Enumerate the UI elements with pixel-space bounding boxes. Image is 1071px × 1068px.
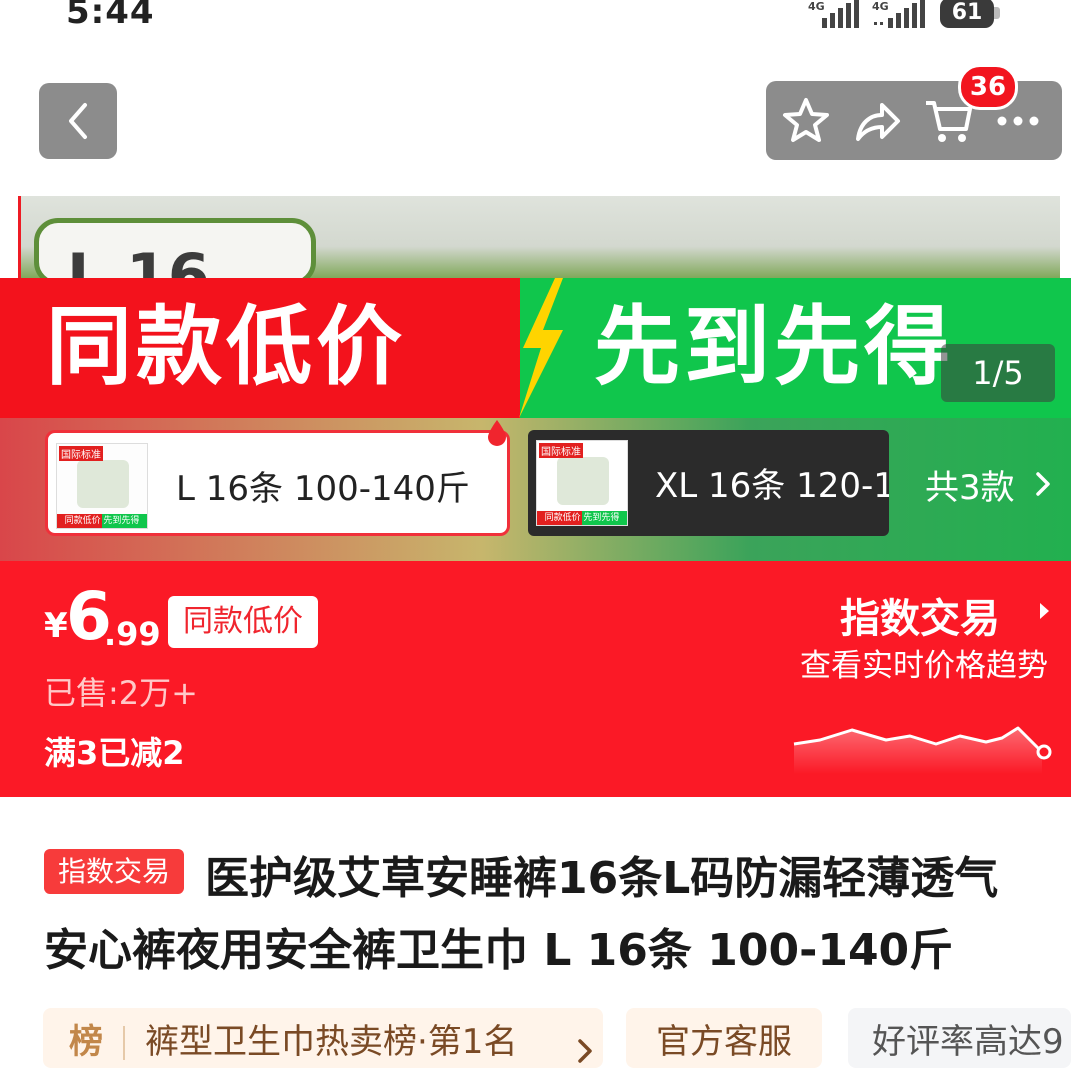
index-trade-tag: 指数交易 <box>44 849 184 894</box>
rank-icon: 榜 <box>69 1022 103 1062</box>
status-time: 5:44 <box>66 0 155 32</box>
product-title-line1: 医护级艾草安睡裤16条L码防漏轻薄透气 <box>205 853 999 904</box>
lightning-icon <box>519 278 563 418</box>
back-button[interactable] <box>39 83 117 159</box>
sku-total-button[interactable]: 共3款 <box>925 460 1015 509</box>
svg-text:4G: 4G <box>808 0 825 13</box>
promo-text: 满3已减2 <box>44 734 185 772</box>
battery-icon: 61 <box>940 0 1000 28</box>
star-icon[interactable] <box>780 95 832 147</box>
rank-text: 裤型卫生巾热卖榜·第1名 <box>145 1022 518 1062</box>
battery-level: 61 <box>951 0 983 25</box>
product-title-line2: 安心裤夜用安全裤卫生巾 L 16条 100-140斤 <box>44 925 954 976</box>
sku-label: XL 16条 120-1 <box>655 466 889 506</box>
sku-option[interactable]: 国际标准 同款低价 先到先得 XL 16条 120-1 <box>528 430 889 536</box>
ranking-chip[interactable]: 榜 裤型卫生巾热卖榜·第1名 <box>43 1008 603 1068</box>
banner-left-text: 同款低价 <box>46 297 406 397</box>
chevron-right-icon <box>1036 472 1050 496</box>
sku-thumbnail: 国际标准 同款低价 先到先得 <box>536 440 628 526</box>
share-icon[interactable] <box>850 95 902 147</box>
sold-count: 已售:2万+ <box>44 674 198 712</box>
svg-text:4G: 4G <box>872 0 889 13</box>
rating-chip[interactable]: 好评率高达9 <box>848 1008 1071 1068</box>
currency-symbol: ¥ <box>44 606 68 646</box>
price-badge: 同款低价 <box>168 596 318 648</box>
chevron-left-icon <box>69 103 87 139</box>
drop-icon <box>488 420 506 446</box>
cell-signal-icon: 4G <box>808 0 859 28</box>
sku-thumbnail: 国际标准 同款低价 先到先得 <box>56 443 148 529</box>
price-trend-sparkline[interactable] <box>790 714 1060 774</box>
sku-label: L 16条 100-140斤 <box>176 469 470 509</box>
service-chip[interactable]: 官方客服 <box>626 1008 822 1068</box>
chevron-right-icon <box>578 1039 592 1063</box>
index-trade-link[interactable]: 指数交易 <box>840 586 1000 644</box>
cart-count-badge: 36 <box>958 64 1018 110</box>
banner-right-text: 先到先得 <box>594 297 954 397</box>
price-decimal: .99 <box>104 615 161 653</box>
hero-size-card: L 16 <box>34 218 316 286</box>
rating-text: 好评率高达9 <box>872 1022 1064 1062</box>
cell-signal-icon-2: 4G <box>872 0 925 28</box>
divider <box>123 1026 125 1060</box>
image-counter: 1/5 <box>941 344 1055 402</box>
sku-option-selected[interactable]: 国际标准 同款低价 先到先得 L 16条 100-140斤 <box>45 430 510 536</box>
triangle-right-icon <box>1040 603 1049 619</box>
index-trade-subtitle[interactable]: 查看实时价格趋势 <box>800 640 1048 685</box>
nav-actions <box>766 81 1062 160</box>
